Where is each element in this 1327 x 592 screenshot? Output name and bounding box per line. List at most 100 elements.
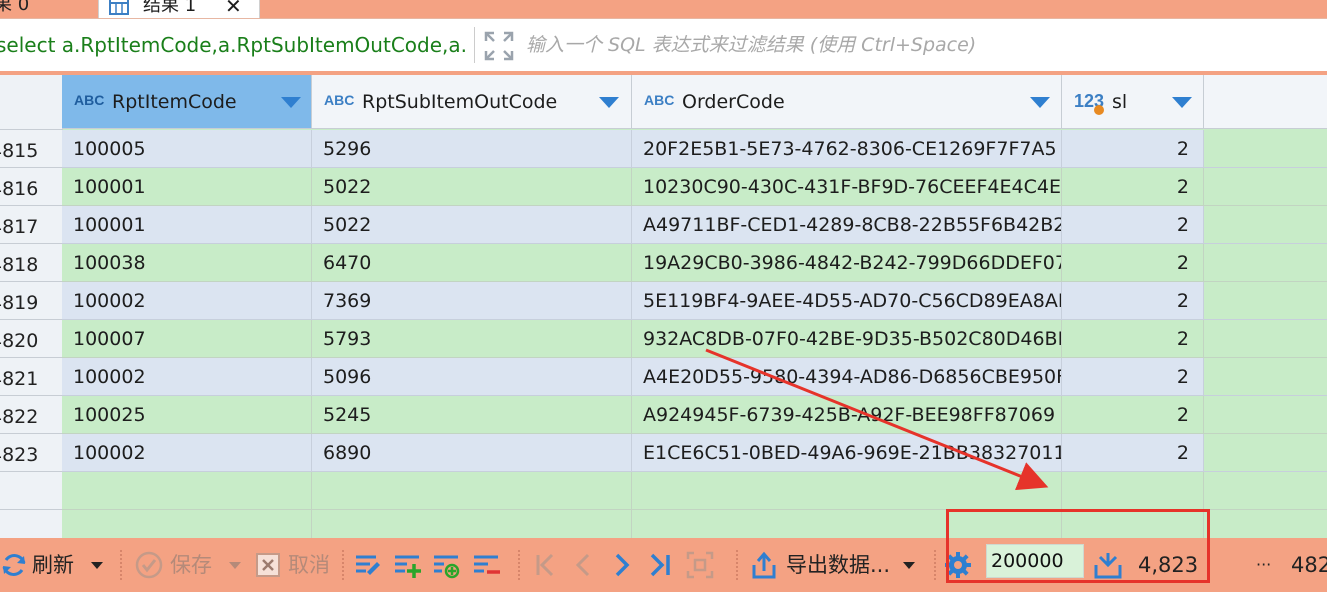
edit-row-icon[interactable] — [354, 551, 382, 579]
save-button[interactable]: 保存 — [170, 538, 212, 592]
table-cell[interactable] — [312, 510, 632, 538]
column-header-ordercode[interactable]: ABC OrderCode — [632, 75, 1062, 129]
empty-row[interactable] — [0, 472, 1327, 510]
row-number[interactable]: 4817 — [0, 206, 63, 244]
table-cell[interactable] — [62, 510, 312, 538]
previous-page-icon[interactable] — [570, 551, 598, 579]
row-number[interactable]: 4821 — [0, 358, 63, 396]
chevron-down-icon[interactable] — [903, 562, 915, 569]
column-name: OrderCode — [682, 91, 785, 113]
table-cell[interactable]: 2 — [1062, 320, 1204, 358]
table-cell[interactable]: 100038 — [62, 244, 312, 282]
table-cell[interactable]: 19A29CB0-3986-4842-B242-799D66DDEF07 — [632, 244, 1062, 282]
row-number-header[interactable] — [0, 75, 63, 130]
table-cell[interactable]: 2 — [1062, 396, 1204, 434]
table-row[interactable]: 4821 100002 5096 A4E20D55-9580-4394-AD86-D6… — [0, 358, 1327, 396]
table-row[interactable]: 4819 100002 7369 5E119BF4-9AEE-4D55-AD70-C5… — [0, 282, 1327, 320]
table-cell[interactable]: 100005 — [62, 130, 312, 168]
more-icon[interactable]: ··· — [1256, 538, 1271, 592]
table-cell[interactable] — [312, 472, 632, 510]
row-number[interactable]: 4816 — [0, 168, 63, 206]
sql-query-text[interactable]: select a.RptItemCode,a.RptSubItemOutCode… — [0, 33, 466, 57]
export-data-button[interactable]: 导出数据... — [786, 538, 890, 592]
table-cell[interactable]: A4E20D55-9580-4394-AD86-D6856CBE950F — [632, 358, 1062, 396]
add-row-icon[interactable] — [393, 551, 421, 579]
row-number[interactable]: 4823 — [0, 434, 63, 472]
table-cell[interactable]: 5296 — [312, 130, 632, 168]
filter-expression-input[interactable] — [524, 29, 1318, 61]
table-cell[interactable]: 5793 — [312, 320, 632, 358]
chevron-down-icon[interactable] — [1172, 97, 1192, 108]
column-header-sl[interactable]: 123 sl — [1062, 75, 1204, 129]
column-header-rptsubitemoutcode[interactable]: ABC RptSubItemOutCode — [312, 75, 632, 129]
table-cell[interactable]: 2 — [1062, 244, 1204, 282]
tab-result-0[interactable]: 结果 0 — [0, 0, 53, 18]
table-row[interactable]: 4822 100025 5245 A924945F-6739-425B-A92F-BE… — [0, 396, 1327, 434]
row-number[interactable]: 4822 — [0, 396, 63, 434]
refresh-button[interactable]: 刷新 — [32, 538, 74, 592]
table-cell[interactable]: 6890 — [312, 434, 632, 472]
table-cell[interactable]: 100002 — [62, 434, 312, 472]
table-cell[interactable]: 5022 — [312, 168, 632, 206]
table-cell[interactable]: 100001 — [62, 168, 312, 206]
chevron-down-icon[interactable] — [91, 562, 103, 569]
delete-row-icon[interactable] — [472, 551, 500, 579]
table-cell[interactable]: 20F2E5B1-5E73-4762-8306-CE1269F7F7A5 — [632, 130, 1062, 168]
table-cell[interactable]: 5022 — [312, 206, 632, 244]
table-cell[interactable]: 7369 — [312, 282, 632, 320]
table-cell[interactable]: 2 — [1062, 282, 1204, 320]
cancel-button[interactable]: 取消 — [288, 538, 330, 592]
row-number[interactable]: 4815 — [0, 130, 63, 168]
table-cell[interactable]: 2 — [1062, 206, 1204, 244]
table-cell[interactable]: 932AC8DB-07F0-42BE-9D35-B502C80D46BE — [632, 320, 1062, 358]
table-cell[interactable]: 100002 — [62, 358, 312, 396]
table-cell[interactable]: 2 — [1062, 168, 1204, 206]
table-row[interactable]: 4817 100001 5022 A49711BF-CED1-4289-8CB8-22… — [0, 206, 1327, 244]
table-cell[interactable]: 10230C90-430C-431F-BF9D-76CEEF4E4C4E — [632, 168, 1062, 206]
row-number[interactable]: 4819 — [0, 282, 63, 320]
table-row[interactable]: 4816 100001 5022 10230C90-430C-431F-BF9D-76… — [0, 168, 1327, 206]
row-number[interactable] — [0, 472, 63, 510]
table-cell[interactable]: 2 — [1062, 434, 1204, 472]
table-row[interactable]: 4820 100007 5793 932AC8DB-07F0-42BE-9D35-B5… — [0, 320, 1327, 358]
chevron-down-icon[interactable] — [281, 97, 301, 108]
table-row[interactable]: 4818 100038 6470 19A29CB0-3986-4842-B242-79… — [0, 244, 1327, 282]
table-cell[interactable]: E1CE6C51-0BED-49A6-969E-21BB38327011 — [632, 434, 1062, 472]
row-number[interactable]: 4818 — [0, 244, 63, 282]
header-filler — [1204, 75, 1327, 129]
row-number[interactable]: 4820 — [0, 320, 63, 358]
tab-result-1[interactable]: 结果 1 ✕ — [98, 0, 260, 19]
table-cell[interactable] — [1062, 472, 1204, 510]
table-cell[interactable] — [632, 472, 1062, 510]
table-cell[interactable]: 5E119BF4-9AEE-4D55-AD70-C56CD89EA8AB — [632, 282, 1062, 320]
close-icon[interactable]: ✕ — [225, 0, 242, 19]
chevron-down-icon[interactable] — [229, 562, 241, 569]
table-cell[interactable]: 6470 — [312, 244, 632, 282]
table-cell[interactable]: 100007 — [62, 320, 312, 358]
table-cell[interactable]: 2 — [1062, 358, 1204, 396]
table-cell[interactable] — [62, 472, 312, 510]
expand-icon[interactable] — [484, 31, 514, 61]
table-row[interactable]: 4815 100005 5296 20F2E5B1-5E73-4762-8306-CE… — [0, 130, 1327, 168]
fetch-page-icon[interactable] — [686, 551, 714, 579]
table-row[interactable]: 4823 100002 6890 E1CE6C51-0BED-49A6-969E-21… — [0, 434, 1327, 472]
table-cell[interactable]: 5096 — [312, 358, 632, 396]
table-cell[interactable]: 100025 — [62, 396, 312, 434]
table-cell[interactable]: 2 — [1062, 130, 1204, 168]
table-cell[interactable]: A49711BF-CED1-4289-8CB8-22B55F6B42B2 — [632, 206, 1062, 244]
table-cell[interactable]: 100001 — [62, 206, 312, 244]
chevron-down-icon[interactable] — [599, 97, 619, 108]
first-page-icon[interactable] — [532, 551, 560, 579]
copy-row-icon[interactable] — [432, 551, 460, 579]
table-cell[interactable]: A924945F-6739-425B-A92F-BEE98FF87069 — [632, 396, 1062, 434]
row-number[interactable] — [0, 510, 63, 538]
refresh-icon[interactable] — [0, 551, 28, 579]
next-page-icon[interactable] — [608, 551, 636, 579]
results-grid: ABC RptItemCode ABC RptSubItemOutCode AB… — [0, 75, 1327, 538]
last-page-icon[interactable] — [646, 551, 674, 579]
table-cell[interactable]: 5245 — [312, 396, 632, 434]
column-header-rptitemcode[interactable]: ABC RptItemCode — [62, 75, 312, 129]
export-icon[interactable] — [750, 551, 778, 579]
table-cell[interactable]: 100002 — [62, 282, 312, 320]
chevron-down-icon[interactable] — [1030, 97, 1050, 108]
